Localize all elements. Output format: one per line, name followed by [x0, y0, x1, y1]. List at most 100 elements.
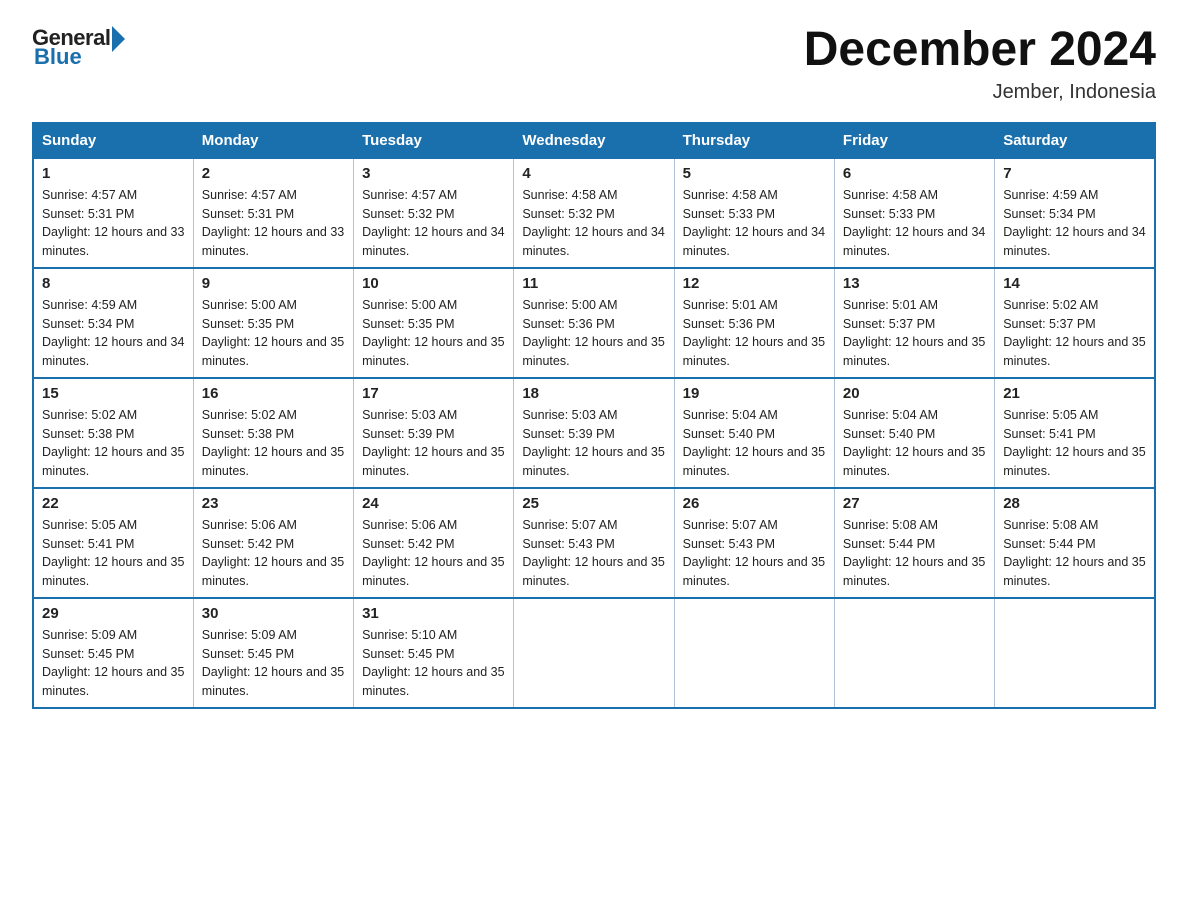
calendar-cell: 16 Sunrise: 5:02 AMSunset: 5:38 PMDaylig…	[193, 378, 353, 488]
calendar-week-row: 22 Sunrise: 5:05 AMSunset: 5:41 PMDaylig…	[33, 488, 1155, 598]
day-number: 16	[202, 385, 345, 402]
day-number: 1	[42, 165, 185, 182]
calendar-table: Sunday Monday Tuesday Wednesday Thursday…	[32, 122, 1156, 709]
day-number: 2	[202, 165, 345, 182]
day-info: Sunrise: 5:10 AMSunset: 5:45 PMDaylight:…	[362, 628, 504, 698]
day-number: 7	[1003, 165, 1146, 182]
day-number: 13	[843, 275, 986, 292]
day-info: Sunrise: 4:57 AMSunset: 5:31 PMDaylight:…	[202, 188, 344, 258]
page-header: General Blue December 2024 Jember, Indon…	[32, 24, 1156, 104]
day-number: 3	[362, 165, 505, 182]
calendar-cell: 27 Sunrise: 5:08 AMSunset: 5:44 PMDaylig…	[834, 488, 994, 598]
calendar-cell	[834, 598, 994, 708]
calendar-cell: 29 Sunrise: 5:09 AMSunset: 5:45 PMDaylig…	[33, 598, 193, 708]
day-number: 18	[522, 385, 665, 402]
day-number: 4	[522, 165, 665, 182]
title-block: December 2024 Jember, Indonesia	[804, 24, 1156, 104]
day-number: 21	[1003, 385, 1146, 402]
calendar-cell: 3 Sunrise: 4:57 AMSunset: 5:32 PMDayligh…	[354, 158, 514, 268]
day-info: Sunrise: 5:00 AMSunset: 5:35 PMDaylight:…	[202, 298, 344, 368]
calendar-cell: 24 Sunrise: 5:06 AMSunset: 5:42 PMDaylig…	[354, 488, 514, 598]
calendar-cell: 23 Sunrise: 5:06 AMSunset: 5:42 PMDaylig…	[193, 488, 353, 598]
calendar-week-row: 29 Sunrise: 5:09 AMSunset: 5:45 PMDaylig…	[33, 598, 1155, 708]
calendar-cell	[514, 598, 674, 708]
day-number: 14	[1003, 275, 1146, 292]
day-info: Sunrise: 5:04 AMSunset: 5:40 PMDaylight:…	[843, 408, 985, 478]
day-info: Sunrise: 5:09 AMSunset: 5:45 PMDaylight:…	[42, 628, 184, 698]
month-title: December 2024	[804, 24, 1156, 77]
day-number: 23	[202, 495, 345, 512]
day-info: Sunrise: 4:58 AMSunset: 5:33 PMDaylight:…	[683, 188, 825, 258]
calendar-cell: 18 Sunrise: 5:03 AMSunset: 5:39 PMDaylig…	[514, 378, 674, 488]
day-info: Sunrise: 5:02 AMSunset: 5:38 PMDaylight:…	[202, 408, 344, 478]
calendar-week-row: 1 Sunrise: 4:57 AMSunset: 5:31 PMDayligh…	[33, 158, 1155, 268]
calendar-cell: 25 Sunrise: 5:07 AMSunset: 5:43 PMDaylig…	[514, 488, 674, 598]
day-info: Sunrise: 5:06 AMSunset: 5:42 PMDaylight:…	[362, 518, 504, 588]
calendar-week-row: 8 Sunrise: 4:59 AMSunset: 5:34 PMDayligh…	[33, 268, 1155, 378]
col-saturday: Saturday	[995, 123, 1155, 158]
day-info: Sunrise: 4:59 AMSunset: 5:34 PMDaylight:…	[1003, 188, 1145, 258]
calendar-cell: 22 Sunrise: 5:05 AMSunset: 5:41 PMDaylig…	[33, 488, 193, 598]
day-info: Sunrise: 5:09 AMSunset: 5:45 PMDaylight:…	[202, 628, 344, 698]
day-info: Sunrise: 4:59 AMSunset: 5:34 PMDaylight:…	[42, 298, 184, 368]
day-number: 11	[522, 275, 665, 292]
calendar-cell: 9 Sunrise: 5:00 AMSunset: 5:35 PMDayligh…	[193, 268, 353, 378]
day-info: Sunrise: 4:57 AMSunset: 5:31 PMDaylight:…	[42, 188, 184, 258]
calendar-cell: 6 Sunrise: 4:58 AMSunset: 5:33 PMDayligh…	[834, 158, 994, 268]
day-info: Sunrise: 5:08 AMSunset: 5:44 PMDaylight:…	[843, 518, 985, 588]
calendar-cell: 7 Sunrise: 4:59 AMSunset: 5:34 PMDayligh…	[995, 158, 1155, 268]
calendar-cell: 17 Sunrise: 5:03 AMSunset: 5:39 PMDaylig…	[354, 378, 514, 488]
day-info: Sunrise: 4:58 AMSunset: 5:32 PMDaylight:…	[522, 188, 664, 258]
day-info: Sunrise: 5:00 AMSunset: 5:36 PMDaylight:…	[522, 298, 664, 368]
logo-triangle-icon	[112, 26, 125, 52]
day-number: 29	[42, 605, 185, 622]
day-info: Sunrise: 5:03 AMSunset: 5:39 PMDaylight:…	[362, 408, 504, 478]
day-info: Sunrise: 5:02 AMSunset: 5:37 PMDaylight:…	[1003, 298, 1145, 368]
col-tuesday: Tuesday	[354, 123, 514, 158]
calendar-cell: 8 Sunrise: 4:59 AMSunset: 5:34 PMDayligh…	[33, 268, 193, 378]
day-info: Sunrise: 5:07 AMSunset: 5:43 PMDaylight:…	[522, 518, 664, 588]
calendar-cell: 28 Sunrise: 5:08 AMSunset: 5:44 PMDaylig…	[995, 488, 1155, 598]
calendar-cell: 15 Sunrise: 5:02 AMSunset: 5:38 PMDaylig…	[33, 378, 193, 488]
calendar-cell: 21 Sunrise: 5:05 AMSunset: 5:41 PMDaylig…	[995, 378, 1155, 488]
day-info: Sunrise: 4:58 AMSunset: 5:33 PMDaylight:…	[843, 188, 985, 258]
logo: General Blue	[32, 24, 125, 70]
day-number: 9	[202, 275, 345, 292]
day-number: 26	[683, 495, 826, 512]
col-wednesday: Wednesday	[514, 123, 674, 158]
calendar-cell: 2 Sunrise: 4:57 AMSunset: 5:31 PMDayligh…	[193, 158, 353, 268]
calendar-cell: 10 Sunrise: 5:00 AMSunset: 5:35 PMDaylig…	[354, 268, 514, 378]
calendar-week-row: 15 Sunrise: 5:02 AMSunset: 5:38 PMDaylig…	[33, 378, 1155, 488]
day-number: 15	[42, 385, 185, 402]
calendar-cell: 1 Sunrise: 4:57 AMSunset: 5:31 PMDayligh…	[33, 158, 193, 268]
day-number: 8	[42, 275, 185, 292]
day-number: 30	[202, 605, 345, 622]
calendar-cell	[674, 598, 834, 708]
day-number: 17	[362, 385, 505, 402]
calendar-cell: 20 Sunrise: 5:04 AMSunset: 5:40 PMDaylig…	[834, 378, 994, 488]
calendar-cell: 14 Sunrise: 5:02 AMSunset: 5:37 PMDaylig…	[995, 268, 1155, 378]
calendar-cell: 5 Sunrise: 4:58 AMSunset: 5:33 PMDayligh…	[674, 158, 834, 268]
day-info: Sunrise: 5:03 AMSunset: 5:39 PMDaylight:…	[522, 408, 664, 478]
day-number: 22	[42, 495, 185, 512]
day-info: Sunrise: 5:06 AMSunset: 5:42 PMDaylight:…	[202, 518, 344, 588]
day-info: Sunrise: 5:07 AMSunset: 5:43 PMDaylight:…	[683, 518, 825, 588]
calendar-cell: 4 Sunrise: 4:58 AMSunset: 5:32 PMDayligh…	[514, 158, 674, 268]
col-monday: Monday	[193, 123, 353, 158]
calendar-cell: 30 Sunrise: 5:09 AMSunset: 5:45 PMDaylig…	[193, 598, 353, 708]
day-number: 20	[843, 385, 986, 402]
day-number: 10	[362, 275, 505, 292]
calendar-cell: 11 Sunrise: 5:00 AMSunset: 5:36 PMDaylig…	[514, 268, 674, 378]
day-info: Sunrise: 5:08 AMSunset: 5:44 PMDaylight:…	[1003, 518, 1145, 588]
day-info: Sunrise: 5:01 AMSunset: 5:36 PMDaylight:…	[683, 298, 825, 368]
calendar-cell: 19 Sunrise: 5:04 AMSunset: 5:40 PMDaylig…	[674, 378, 834, 488]
day-number: 6	[843, 165, 986, 182]
day-info: Sunrise: 5:01 AMSunset: 5:37 PMDaylight:…	[843, 298, 985, 368]
col-thursday: Thursday	[674, 123, 834, 158]
calendar-cell: 26 Sunrise: 5:07 AMSunset: 5:43 PMDaylig…	[674, 488, 834, 598]
day-number: 31	[362, 605, 505, 622]
day-number: 5	[683, 165, 826, 182]
header-row: Sunday Monday Tuesday Wednesday Thursday…	[33, 123, 1155, 158]
day-info: Sunrise: 5:00 AMSunset: 5:35 PMDaylight:…	[362, 298, 504, 368]
col-sunday: Sunday	[33, 123, 193, 158]
